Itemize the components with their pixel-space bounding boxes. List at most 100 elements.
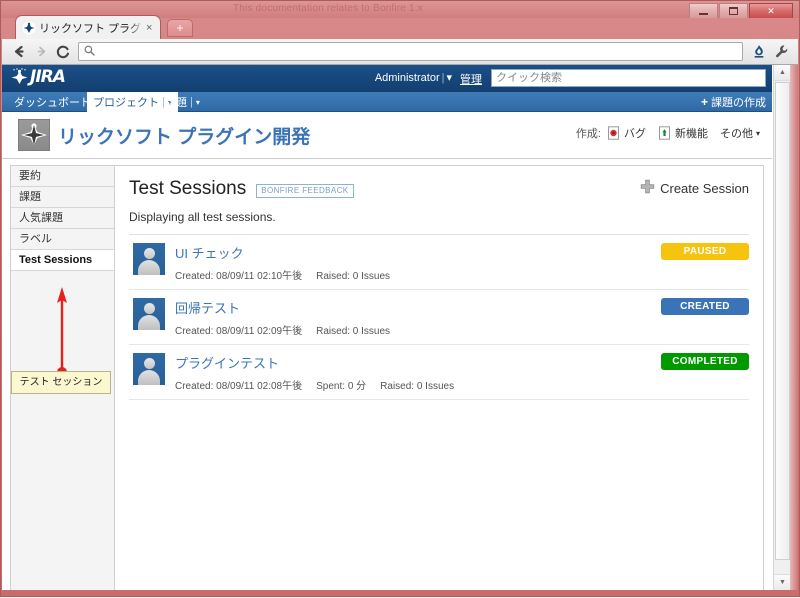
session-raised: Raised: 0 Issues (380, 381, 455, 392)
plus-icon (640, 179, 655, 197)
jira-nav-bar: ダッシュボード | ▾ プロジェクト | ▾ 課題 | ▾ + 課題の作成 (2, 92, 772, 112)
project-sidebar: 要約 課題 人気課題 ラベル Test Sessions (10, 165, 115, 590)
chevron-down-icon: ▾ (755, 128, 760, 138)
jira-logo-icon (10, 68, 29, 87)
jira-body: 要約 課題 人気課題 ラベル Test Sessions Test Sessio… (2, 159, 772, 590)
session-raised: Raised: 0 Issues (316, 326, 391, 337)
sidebar-item-summary[interactable]: 要約 (11, 166, 114, 187)
session-spent: Spent: 0 分 (316, 381, 367, 392)
chevron-down-icon: ▾ (195, 97, 200, 107)
session-list: UI チェック Created: 08/09/11 02:10午後 Raised:… (129, 234, 749, 400)
nav-dashboard-label: ダッシュボード (14, 97, 91, 109)
project-header: リックソフト プラグイン開発 作成: バグ 新機能 その他 ▾ (2, 112, 772, 159)
session-row[interactable]: UI チェック Created: 08/09/11 02:10午後 Raised:… (129, 235, 749, 290)
plus-icon: + (700, 95, 708, 109)
sidebar-item-label: Test Sessions (19, 254, 93, 266)
nav-issues-label: 課題 (165, 97, 187, 109)
create-issue-button[interactable]: + 課題の作成 (701, 92, 766, 112)
avatar-head-icon (143, 358, 155, 369)
session-created: Created: 08/09/11 02:09午後 (175, 326, 303, 337)
page-title: Test Sessions (129, 178, 247, 199)
sidebar-item-test-sessions[interactable]: Test Sessions (11, 250, 115, 271)
scroll-up-icon[interactable]: ▲ (774, 65, 791, 81)
jira-favicon-icon (22, 21, 36, 35)
bug-icon (607, 126, 621, 140)
create-more-label: その他 (719, 128, 753, 140)
bonfire-flame-icon[interactable] (748, 42, 770, 62)
sidebar-item-label: 要約 (19, 170, 41, 182)
avatar-body-icon (138, 260, 160, 275)
background-doc-note: This documentation relates to Bonfire 1.… (233, 3, 423, 14)
user-name: Administrator (374, 72, 440, 84)
avatar (133, 353, 165, 385)
search-icon (84, 45, 95, 59)
new-tab-button[interactable]: + (167, 19, 193, 37)
status-badge: CREATED (661, 298, 749, 315)
nav-issues[interactable]: 課題 | ▾ (159, 92, 206, 112)
sidebar-item-labels[interactable]: ラベル (11, 229, 114, 250)
create-session-label: Create Session (660, 180, 749, 196)
avatar-head-icon (143, 248, 155, 259)
jira-logo[interactable]: JIRA (10, 67, 66, 87)
content-panel: Test Sessions BONFIRE FEEDBACK Create Se… (114, 165, 764, 590)
create-bug-button[interactable]: バグ (607, 125, 646, 141)
status-badge: COMPLETED (661, 353, 749, 370)
create-tools: 作成: バグ 新機能 その他 ▾ (576, 125, 760, 141)
session-meta: Created: 08/09/11 02:08午後 Spent: 0 分 Raise… (175, 377, 749, 392)
page-scrollbar[interactable]: ▲ ▼ (773, 65, 791, 590)
jira-top-bar: JIRA Administrator | ▾ 管理 クイック検索 (2, 65, 772, 92)
reload-icon[interactable] (52, 41, 74, 63)
project-title[interactable]: リックソフト プラグイン開発 (58, 122, 310, 149)
quick-search-input[interactable]: クイック検索 (491, 69, 766, 87)
session-row[interactable]: プラグインテスト Created: 08/09/11 02:08午後 Spent:… (129, 345, 749, 400)
session-created: Created: 08/09/11 02:08午後 (175, 381, 303, 392)
subtitle: Displaying all test sessions. (129, 210, 276, 224)
nav-projects-label: プロジェクト (93, 97, 159, 109)
browser-window: This documentation relates to Bonfire 1.… (0, 0, 800, 597)
admin-link[interactable]: 管理 (460, 71, 482, 87)
window-right-edge (790, 65, 798, 590)
create-label: 作成: (575, 128, 601, 140)
create-more-button[interactable]: その他 ▾ (720, 125, 760, 141)
avatar-body-icon (138, 315, 160, 330)
status-badge: PAUSED (661, 243, 749, 260)
user-menu[interactable]: Administrator | ▾ (375, 71, 452, 84)
session-created: Created: 08/09/11 02:10午後 (175, 271, 303, 282)
user-separator: | (441, 72, 445, 84)
create-session-button[interactable]: Create Session (640, 179, 749, 197)
tab-title: リックソフト プラグイン開 (39, 22, 144, 35)
page-viewport: JIRA Administrator|▾ 管理 クイック検索 ダッシュボード |… (2, 65, 798, 590)
browser-tab[interactable]: リックソフト プラグイン開 × (15, 15, 161, 39)
create-bug-label: バグ (623, 128, 646, 140)
sidebar-item-label: ラベル (19, 233, 52, 245)
wrench-icon[interactable] (770, 42, 792, 62)
chevron-down-icon: ▾ (446, 72, 452, 84)
maximize-icon (729, 7, 738, 15)
session-raised: Raised: 0 Issues (316, 271, 391, 282)
session-meta: Created: 08/09/11 02:10午後 Raised: 0 Issue… (175, 267, 749, 282)
create-feature-button[interactable]: 新機能 (658, 125, 708, 141)
sidebar-item-issues[interactable]: 課題 (11, 187, 114, 208)
address-bar[interactable] (78, 42, 743, 61)
content-header: Test Sessions BONFIRE FEEDBACK Create Se… (115, 166, 763, 200)
tab-close-icon[interactable]: × (146, 22, 156, 34)
jira-logo-text: JIRA (30, 67, 66, 87)
scroll-down-icon[interactable]: ▼ (774, 574, 791, 590)
new-feature-icon (658, 126, 672, 140)
avatar-head-icon (143, 303, 155, 314)
sidebar-item-popular-issues[interactable]: 人気課題 (11, 208, 114, 229)
session-meta: Created: 08/09/11 02:09午後 Raised: 0 Issue… (175, 322, 749, 337)
sidebar-item-label: 人気課題 (19, 212, 63, 224)
back-arrow-icon[interactable] (8, 41, 30, 63)
avatar-body-icon (138, 370, 160, 385)
browser-toolbar (2, 39, 798, 65)
create-feature-label: 新機能 (674, 128, 708, 140)
sidebar-item-label: 課題 (19, 191, 41, 203)
session-row[interactable]: 回帰テスト Created: 08/09/11 02:09午後 Raised: 0… (129, 290, 749, 345)
create-issue-label: 課題の作成 (711, 97, 766, 109)
bonfire-feedback-badge[interactable]: BONFIRE FEEDBACK (256, 184, 354, 198)
tab-strip: リックソフト プラグイン開 × + (1, 15, 799, 39)
forward-arrow-icon (30, 41, 52, 63)
nav-separator: | (190, 96, 193, 108)
scrollbar-thumb[interactable] (775, 82, 790, 560)
